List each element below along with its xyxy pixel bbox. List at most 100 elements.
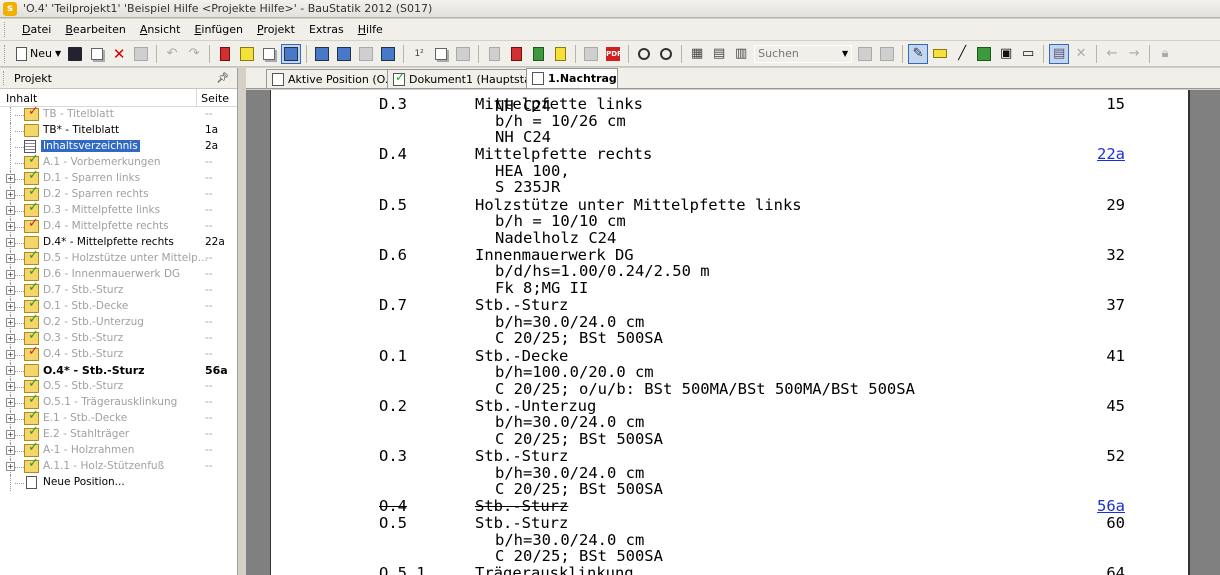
expand-icon[interactable]: + xyxy=(6,462,15,471)
image-tool-button[interactable] xyxy=(974,44,994,64)
table-button[interactable] xyxy=(431,44,451,64)
menu-projekt[interactable]: Projekt xyxy=(250,23,302,36)
lock-button[interactable]: 🔒︎ xyxy=(1155,44,1175,64)
list-button[interactable] xyxy=(453,44,473,64)
tree-item[interactable]: + O.4 - Stb.-Sturz -- xyxy=(0,344,237,363)
tree-item-label: O.4 - Stb.-Sturz xyxy=(43,348,124,360)
expand-icon[interactable]: + xyxy=(6,286,15,295)
tree-item[interactable]: Neue Position... xyxy=(0,475,237,491)
properties-button[interactable] xyxy=(131,44,151,64)
tree-item[interactable]: TB* - Titelblatt 1a xyxy=(0,123,237,139)
expand-icon[interactable]: + xyxy=(6,350,15,359)
new-button[interactable]: Neu ▼ xyxy=(13,44,64,64)
menu-einfuegen[interactable]: Einfügen xyxy=(187,23,250,36)
tree-connector xyxy=(15,307,24,308)
check-button[interactable] xyxy=(356,44,376,64)
tree-item[interactable]: + A.1.1 - Holz-Stützenfuß -- xyxy=(0,456,237,475)
pin-icon[interactable]: 📌︎ xyxy=(216,73,229,84)
menu-label: ilfe xyxy=(366,23,383,36)
save-button[interactable] xyxy=(65,44,85,64)
numbering-button[interactable]: 1² xyxy=(409,44,429,64)
expand-icon[interactable]: + xyxy=(6,206,15,215)
toc-entry-page-link[interactable]: 56a xyxy=(1093,498,1125,515)
search-input[interactable] xyxy=(758,47,839,60)
calc-button[interactable] xyxy=(312,44,332,64)
pdf-button[interactable]: PDF xyxy=(603,44,623,64)
expand-icon[interactable]: + xyxy=(6,270,15,279)
expand-icon[interactable]: + xyxy=(6,238,15,247)
menu-label: rojekt xyxy=(263,23,295,36)
calc-all-button[interactable] xyxy=(334,44,354,64)
window-title: 'O.4' 'Teilprojekt1' 'Beispiel Hilfe <Pr… xyxy=(23,2,433,15)
highlight-button[interactable] xyxy=(930,44,950,64)
tree-item[interactable]: + D.4 - Mittelpfette rechts -- xyxy=(0,216,237,235)
menu-grip[interactable] xyxy=(4,22,7,37)
forward-button[interactable]: → xyxy=(1124,44,1144,64)
insert-position-button[interactable] xyxy=(215,44,235,64)
tree-item[interactable]: TB - Titelblatt -- xyxy=(0,104,237,123)
tree-item-page: -- xyxy=(205,332,213,344)
text-tool-button[interactable]: ▣ xyxy=(996,44,1016,64)
zoom-out-button[interactable] xyxy=(656,44,676,64)
approve-page-button[interactable] xyxy=(528,44,548,64)
menu-hilfe[interactable]: Hilfe xyxy=(351,23,390,36)
expand-icon[interactable]: + xyxy=(6,430,15,439)
menu-mnemonic: B xyxy=(65,23,73,36)
undo-button[interactable]: ↶ xyxy=(162,44,182,64)
add-page-button[interactable] xyxy=(550,44,570,64)
folder-button[interactable] xyxy=(237,44,257,64)
single-page-button[interactable]: ▤ xyxy=(709,44,729,64)
menu-ansicht[interactable]: Ansicht xyxy=(133,23,188,36)
documents-button[interactable] xyxy=(259,44,279,64)
menu-extras[interactable]: Extras xyxy=(302,23,351,36)
two-page-button[interactable]: ▥ xyxy=(731,44,751,64)
menu-datei[interactable]: Datei xyxy=(15,23,58,36)
search-prev-button[interactable] xyxy=(855,44,875,64)
expand-icon[interactable]: + xyxy=(6,398,15,407)
remove-annotation-button[interactable]: ✕ xyxy=(1071,44,1091,64)
settings-button[interactable] xyxy=(378,44,398,64)
back-button[interactable]: ← xyxy=(1102,44,1122,64)
baustatik-app-icon[interactable]: s xyxy=(3,1,17,16)
comment-tool-button[interactable]: ▭ xyxy=(1018,44,1038,64)
line-tool-button[interactable]: ╱ xyxy=(952,44,972,64)
toc-entry-page-link[interactable]: 22a xyxy=(1093,146,1125,163)
search-next-button[interactable] xyxy=(877,44,897,64)
annotations-button[interactable]: ▤ xyxy=(1049,43,1070,64)
expand-icon[interactable]: + xyxy=(6,414,15,423)
tab-document-2[interactable]: Dokument1 (Hauptstatik xyxy=(387,69,527,88)
page-button[interactable] xyxy=(484,44,504,64)
tree-item-page: -- xyxy=(205,412,213,424)
panel-grip[interactable] xyxy=(3,71,6,85)
redo-button[interactable]: ↷ xyxy=(184,44,204,64)
expand-icon[interactable]: + xyxy=(6,334,15,343)
expand-icon[interactable]: + xyxy=(6,222,15,231)
remove-page-button[interactable] xyxy=(506,44,526,64)
chevron-down-icon[interactable]: ▼ xyxy=(55,49,61,58)
chevron-down-icon[interactable]: ▼ xyxy=(842,49,848,58)
tab-document-3[interactable]: 1.Nachtrag xyxy=(526,68,618,88)
expand-icon[interactable]: + xyxy=(6,366,15,375)
menu-label: nsicht xyxy=(147,23,181,36)
zoom-in-button[interactable] xyxy=(634,44,654,64)
toolbar-grip[interactable] xyxy=(4,44,7,63)
copy-button[interactable] xyxy=(87,44,107,64)
expand-icon[interactable]: + xyxy=(6,190,15,199)
menu-bearbeiten[interactable]: Bearbeiten xyxy=(58,23,132,36)
tree-item-page: -- xyxy=(205,156,213,168)
tab-document-1[interactable]: Aktive Position (O.4) xyxy=(266,69,388,88)
delete-button[interactable]: ✕ xyxy=(109,44,129,64)
expand-icon[interactable]: + xyxy=(6,446,15,455)
column-header-page[interactable]: Seite xyxy=(197,89,237,106)
print-button[interactable] xyxy=(581,44,601,64)
expand-icon[interactable]: + xyxy=(6,302,15,311)
expand-icon[interactable]: + xyxy=(6,254,15,263)
expand-icon[interactable]: + xyxy=(6,174,15,183)
search-box[interactable]: ▼ xyxy=(754,44,853,63)
tree-connector xyxy=(15,355,24,356)
book-button[interactable]: ▦ xyxy=(687,44,707,64)
view-button[interactable] xyxy=(281,43,302,64)
expand-icon[interactable]: + xyxy=(6,382,15,391)
expand-icon[interactable]: + xyxy=(6,318,15,327)
pen-tool-button[interactable]: ✎ xyxy=(908,43,929,64)
